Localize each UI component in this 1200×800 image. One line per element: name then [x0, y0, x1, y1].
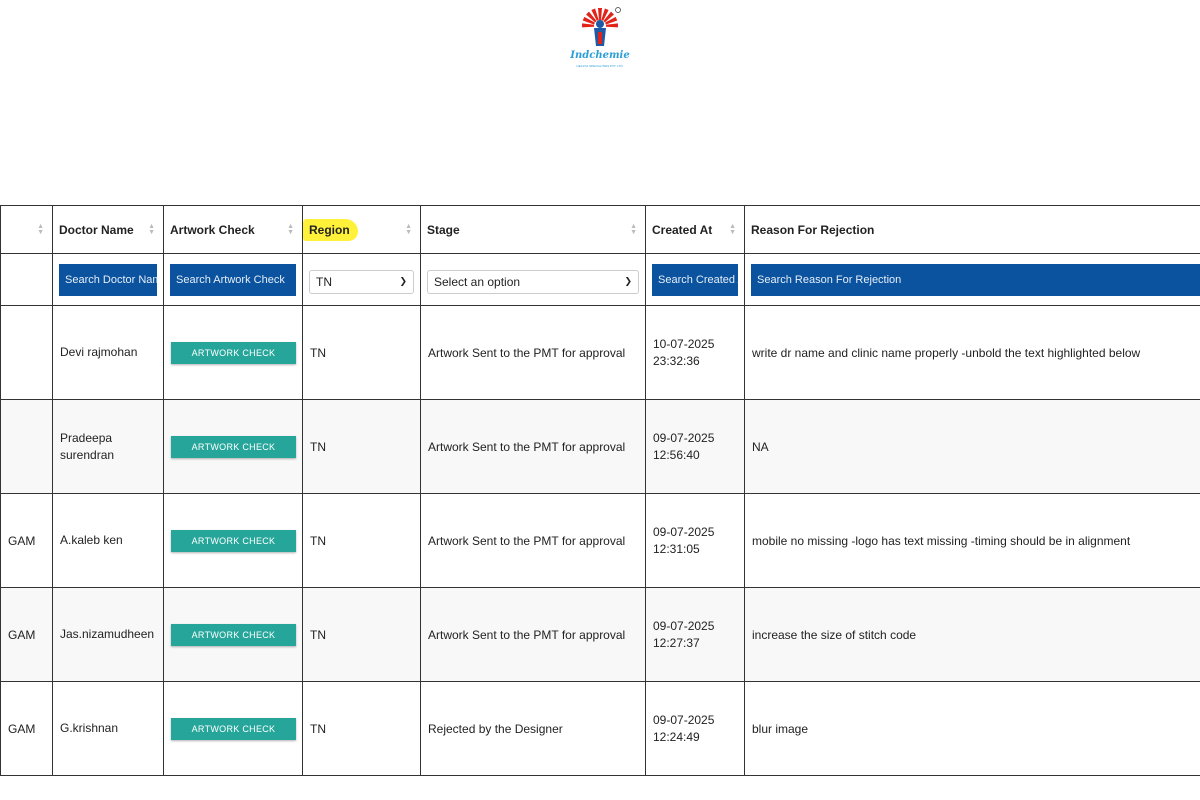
column-header-region[interactable]: Region ▲ ▼: [302, 205, 421, 254]
table-row: Devi rajmohan ARTWORK CHECK TN Artwork S…: [0, 305, 1200, 400]
artwork-check-button[interactable]: ARTWORK CHECK: [171, 717, 296, 740]
cell-doctor-name: Jas.nizamudheen: [52, 587, 164, 682]
column-header-doctor-name[interactable]: Doctor Name ▲ ▼: [52, 205, 164, 254]
cell-artwork: ARTWORK CHECK: [163, 587, 303, 682]
column-header-reason[interactable]: Reason For Rejection: [744, 205, 1200, 254]
cell-stage: Artwork Sent to the PMT for approval: [420, 399, 646, 494]
artwork-check-button[interactable]: ARTWORK CHECK: [171, 529, 296, 552]
cell-doctor-name: Pradeepa surendran: [52, 399, 164, 494]
brand-logo: Indchemie HEALTH SPECIALITIES PVT. LTD.: [565, 4, 635, 70]
cell-created-at: 09-07-2025 12:24:49: [645, 681, 745, 776]
logo-tagline: HEALTH SPECIALITIES PVT. LTD.: [576, 64, 624, 68]
header-row: ▲ ▼ Doctor Name ▲ ▼ Artwork Check ▲ ▼ Region ▲…: [0, 205, 1200, 254]
table-row: GAM A.kaleb ken ARTWORK CHECK TN Artwork…: [0, 493, 1200, 588]
column-header-created-at[interactable]: Created At ▲ ▼: [645, 205, 745, 254]
artwork-check-button[interactable]: ARTWORK CHECK: [171, 341, 296, 364]
filter-stage-cell: Select an option ❯: [420, 253, 646, 306]
filter-row: Search Doctor Name Search Artwork Check …: [0, 253, 1200, 306]
cell-region: TN: [302, 493, 421, 588]
cell-region: TN: [302, 587, 421, 682]
sort-icon[interactable]: ▲ ▼: [729, 223, 736, 236]
cell-first: GAM: [0, 681, 53, 776]
cell-doctor-name: A.kaleb ken: [52, 493, 164, 588]
cell-doctor-name: G.krishnan: [52, 681, 164, 776]
filter-first-col[interactable]: [0, 253, 53, 306]
cell-reason: increase the size of stitch code: [744, 587, 1200, 682]
cell-reason: mobile no missing -logo has text missing…: [744, 493, 1200, 588]
region-select[interactable]: TN ❯: [309, 269, 414, 294]
cell-region: TN: [302, 681, 421, 776]
cell-region: TN: [302, 305, 421, 400]
search-created-input[interactable]: Search Created At: [652, 263, 738, 296]
table-row: GAM G.krishnan ARTWORK CHECK TN Rejected…: [0, 681, 1200, 776]
cell-stage: Artwork Sent to the PMT for approval: [420, 587, 646, 682]
cell-artwork: ARTWORK CHECK: [163, 399, 303, 494]
cell-created-at: 09-07-2025 12:27:37: [645, 587, 745, 682]
cell-stage: Artwork Sent to the PMT for approval: [420, 305, 646, 400]
cell-reason: blur image: [744, 681, 1200, 776]
filter-doctor-cell: Search Doctor Name: [52, 253, 164, 306]
sort-icon[interactable]: ▲ ▼: [37, 223, 44, 236]
cell-artwork: ARTWORK CHECK: [163, 305, 303, 400]
cell-created-at: 10-07-2025 23:32:36: [645, 305, 745, 400]
chevron-down-icon: ❯: [399, 276, 407, 286]
sort-icon[interactable]: ▲ ▼: [630, 223, 637, 236]
filter-created-cell: Search Created At: [645, 253, 745, 306]
artwork-check-button[interactable]: ARTWORK CHECK: [171, 623, 296, 646]
artwork-check-button[interactable]: ARTWORK CHECK: [171, 435, 296, 458]
data-table-container: ▲ ▼ Doctor Name ▲ ▼ Artwork Check ▲ ▼ Region ▲…: [0, 205, 1200, 776]
logo-wordmark: Indchemie: [570, 50, 630, 61]
cell-created-at: 09-07-2025 12:56:40: [645, 399, 745, 494]
cell-first: [0, 399, 53, 494]
cell-reason: NA: [744, 399, 1200, 494]
cell-first: GAM: [0, 587, 53, 682]
column-header-stage[interactable]: Stage ▲ ▼: [420, 205, 646, 254]
search-doctor-input[interactable]: Search Doctor Name: [59, 263, 157, 296]
sort-icon[interactable]: ▲ ▼: [405, 223, 412, 236]
cell-reason: write dr name and clinic name properly -…: [744, 305, 1200, 400]
cell-region: TN: [302, 399, 421, 494]
chevron-down-icon: ❯: [624, 276, 632, 286]
cell-doctor-name: Devi rajmohan: [52, 305, 164, 400]
column-header-artwork-check[interactable]: Artwork Check ▲ ▼: [163, 205, 303, 254]
search-artwork-input[interactable]: Search Artwork Check: [170, 263, 296, 296]
region-highlight: Region: [303, 218, 358, 241]
cell-first: GAM: [0, 493, 53, 588]
sort-icon[interactable]: ▲ ▼: [148, 223, 155, 236]
sort-icon[interactable]: ▲ ▼: [287, 223, 294, 236]
cell-artwork: ARTWORK CHECK: [163, 493, 303, 588]
filter-region-cell: TN ❯: [302, 253, 421, 306]
cell-stage: Rejected by the Designer: [420, 681, 646, 776]
records-table: ▲ ▼ Doctor Name ▲ ▼ Artwork Check ▲ ▼ Region ▲…: [0, 205, 1200, 776]
search-reason-input[interactable]: Search Reason For Rejection: [751, 263, 1200, 296]
logo-emblem-icon: [581, 7, 621, 46]
filter-artwork-cell: Search Artwork Check: [163, 253, 303, 306]
table-row: GAM Jas.nizamudheen ARTWORK CHECK TN Art…: [0, 587, 1200, 682]
table-row: Pradeepa surendran ARTWORK CHECK TN Artw…: [0, 399, 1200, 494]
stage-select[interactable]: Select an option ❯: [427, 269, 639, 294]
cell-stage: Artwork Sent to the PMT for approval: [420, 493, 646, 588]
column-header-first[interactable]: ▲ ▼: [0, 205, 53, 254]
cell-created-at: 09-07-2025 12:31:05: [645, 493, 745, 588]
cell-first: [0, 305, 53, 400]
filter-reason-cell: Search Reason For Rejection: [744, 253, 1200, 306]
cell-artwork: ARTWORK CHECK: [163, 681, 303, 776]
